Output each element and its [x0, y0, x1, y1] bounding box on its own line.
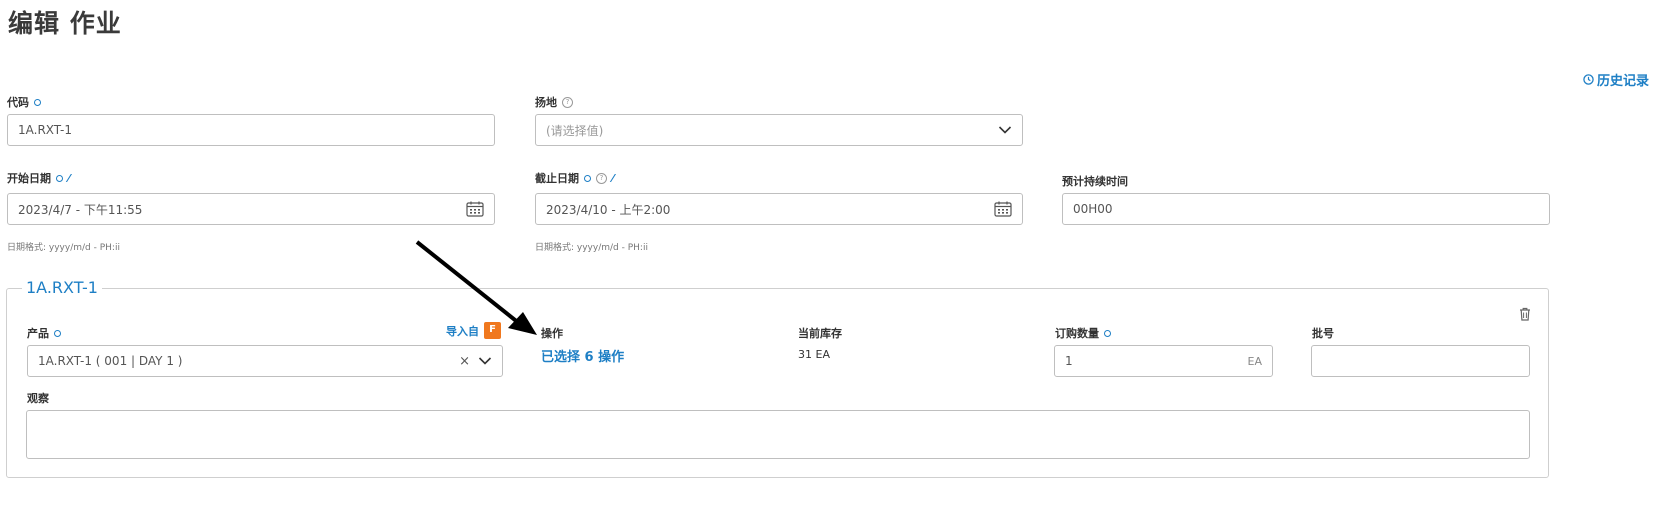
- site-label-text: 扬地: [535, 96, 557, 109]
- duration-field[interactable]: 00H00: [1062, 193, 1550, 225]
- batch-field[interactable]: [1311, 345, 1530, 377]
- history-link[interactable]: 历史记录: [1583, 70, 1649, 89]
- code-label-text: 代码: [7, 96, 29, 109]
- required-icon: [56, 174, 63, 182]
- notes-textarea[interactable]: [26, 410, 1530, 459]
- order-qty-value: 1: [1065, 354, 1073, 368]
- chevron-down-icon[interactable]: [998, 125, 1012, 135]
- start-date-field[interactable]: 2023/4/7 - 下午11:55: [7, 193, 495, 225]
- order-qty-unit: EA: [1247, 354, 1262, 368]
- magic-wand-icon[interactable]: ⁄: [68, 172, 70, 185]
- help-icon: ?: [596, 172, 607, 184]
- item-legend: 1A.RXT-1: [22, 278, 102, 297]
- start-date-value: 2023/4/7 - 下午11:55: [18, 202, 143, 217]
- site-label: 扬地 ?: [535, 94, 573, 110]
- page-title: 编辑 作业: [8, 9, 122, 38]
- start-date-label: 开始日期 ⁄: [7, 170, 70, 186]
- history-icon: [1583, 74, 1594, 85]
- duration-value: 00H00: [1073, 202, 1113, 216]
- product-value: 1A.RXT-1 ( 001 | DAY 1 ): [38, 354, 183, 368]
- end-date-hint: 日期格式: yyyy/m/d - PH:ii: [535, 243, 648, 253]
- end-date-label: 截止日期 ? ⁄: [535, 170, 614, 186]
- notes-label: 观察: [27, 392, 49, 405]
- order-qty-field[interactable]: 1 EA: [1054, 345, 1273, 377]
- stock-label: 当前库存: [798, 327, 842, 340]
- annotation-arrow: [415, 240, 537, 335]
- required-icon: [1104, 329, 1111, 337]
- help-icon: ?: [562, 96, 573, 108]
- chevron-down-icon[interactable]: [478, 356, 492, 366]
- start-date-label-text: 开始日期: [7, 172, 51, 185]
- product-label: 产品: [27, 325, 61, 341]
- trash-icon[interactable]: [1519, 307, 1531, 321]
- operation-link[interactable]: 已选择 6 操作: [541, 346, 624, 365]
- code-value: 1A.RXT-1: [18, 123, 72, 137]
- calendar-icon[interactable]: [466, 201, 484, 217]
- magic-wand-icon[interactable]: ⁄: [612, 172, 614, 185]
- required-icon: [584, 174, 591, 182]
- order-qty-label: 订购数量: [1055, 325, 1111, 341]
- calendar-icon[interactable]: [994, 201, 1012, 217]
- duration-label-text: 预计持续时间: [1062, 175, 1128, 188]
- product-label-text: 产品: [27, 327, 49, 340]
- batch-label: 批号: [1312, 327, 1334, 340]
- site-placeholder: (请选择值): [546, 123, 604, 138]
- code-label: 代码: [7, 94, 41, 110]
- history-label: 历史记录: [1596, 74, 1649, 89]
- end-date-field[interactable]: 2023/4/10 - 上午2:00: [535, 193, 1023, 225]
- end-date-label-text: 截止日期: [535, 172, 579, 185]
- required-icon: [34, 98, 41, 106]
- clear-icon[interactable]: ×: [459, 354, 470, 369]
- product-select[interactable]: 1A.RXT-1 ( 001 | DAY 1 ) ×: [27, 345, 503, 377]
- order-qty-label-text: 订购数量: [1055, 327, 1099, 340]
- code-field[interactable]: 1A.RXT-1: [7, 114, 495, 146]
- end-date-value: 2023/4/10 - 上午2:00: [546, 202, 671, 217]
- duration-label: 预计持续时间: [1062, 173, 1128, 189]
- stock-value: 31 EA: [798, 348, 830, 361]
- operation-label: 操作: [541, 327, 563, 340]
- start-date-hint: 日期格式: yyyy/m/d - PH:ii: [7, 243, 120, 253]
- site-select[interactable]: (请选择值): [535, 114, 1023, 146]
- required-icon: [54, 329, 61, 337]
